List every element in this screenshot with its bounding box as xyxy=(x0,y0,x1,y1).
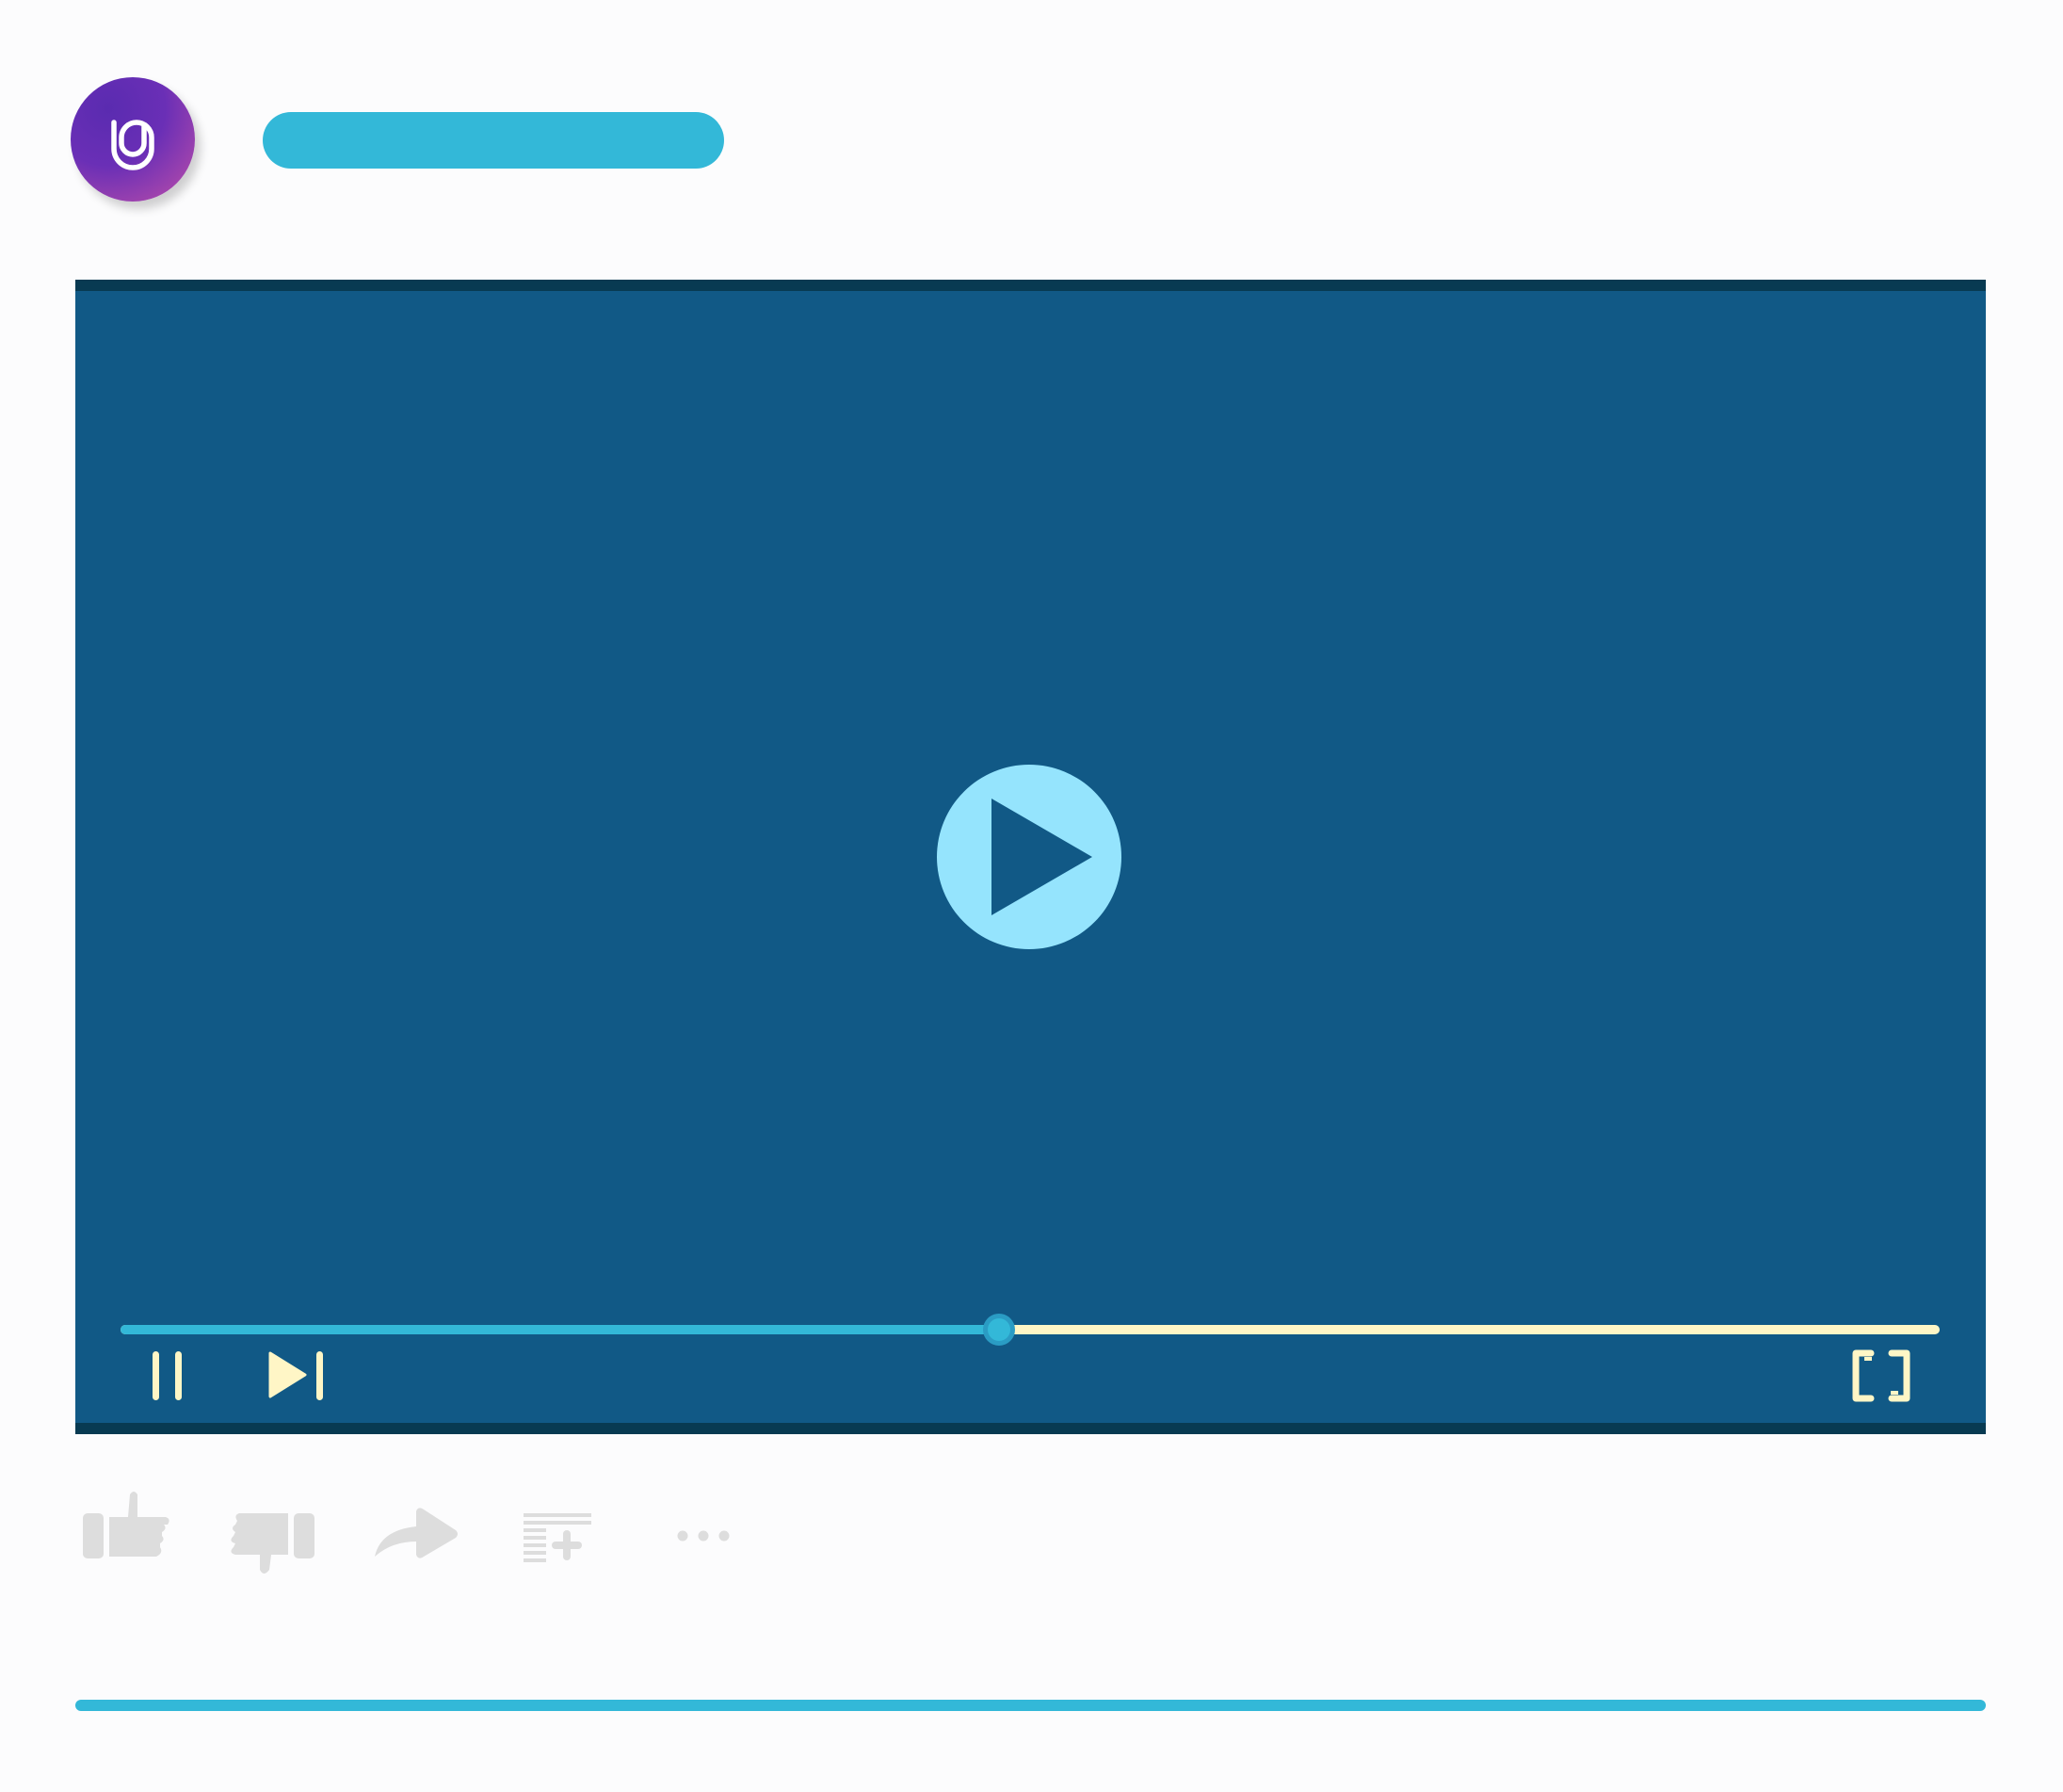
fullscreen-button[interactable] xyxy=(1848,1348,1914,1404)
fullscreen-icon xyxy=(1852,1349,1910,1402)
pause-button[interactable] xyxy=(149,1348,190,1404)
playlist-add-icon xyxy=(524,1513,591,1562)
like-button[interactable] xyxy=(79,1483,183,1587)
play-triangle-icon xyxy=(991,799,1092,915)
spiral-logo-icon xyxy=(111,120,154,170)
progress-thumb[interactable] xyxy=(983,1314,1016,1346)
skip-next-icon xyxy=(268,1351,323,1400)
thumbs-down-icon xyxy=(231,1513,314,1574)
dislike-button[interactable] xyxy=(222,1483,326,1587)
progress-fill xyxy=(121,1325,1000,1334)
save-to-playlist-button[interactable] xyxy=(520,1483,599,1587)
progress-bar[interactable] xyxy=(121,1314,1940,1346)
share-arrow-icon xyxy=(375,1508,458,1558)
more-dots-icon xyxy=(677,1530,730,1542)
next-button[interactable] xyxy=(264,1348,330,1404)
share-button[interactable] xyxy=(369,1483,473,1587)
description-divider xyxy=(75,1700,1986,1711)
big-play-button[interactable] xyxy=(937,765,1121,949)
video-player[interactable] xyxy=(75,280,1986,1434)
more-button[interactable] xyxy=(670,1483,736,1587)
player-top-edge xyxy=(75,280,1986,291)
thumbs-up-icon xyxy=(83,1492,169,1558)
pause-icon xyxy=(153,1351,182,1400)
channel-avatar[interactable] xyxy=(71,77,195,202)
video-title-placeholder xyxy=(263,112,724,169)
player-bottom-edge xyxy=(75,1423,1986,1434)
